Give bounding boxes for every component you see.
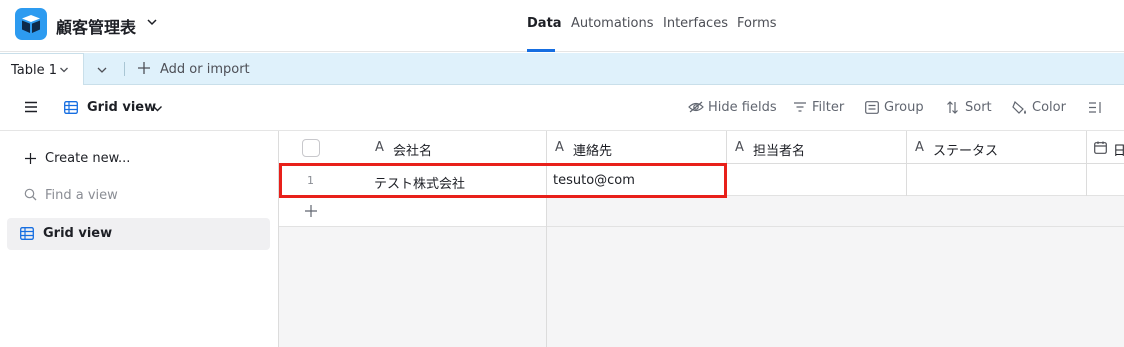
table-tab-label: Table 1 bbox=[11, 63, 58, 78]
column-header-company[interactable]: 会社名 bbox=[393, 140, 432, 159]
date-field-icon bbox=[1094, 141, 1107, 154]
tab-data[interactable]: Data bbox=[527, 16, 562, 31]
column-header-date[interactable]: 日 bbox=[1113, 140, 1124, 159]
top-header bbox=[0, 0, 1124, 52]
column-divider bbox=[1086, 131, 1087, 196]
grid-icon bbox=[20, 227, 34, 240]
add-row-button[interactable] bbox=[279, 196, 547, 227]
plus-icon[interactable] bbox=[304, 204, 318, 218]
chevron-down-icon[interactable] bbox=[152, 103, 163, 114]
text-field-icon: A bbox=[735, 140, 744, 155]
group-button[interactable]: Group bbox=[884, 100, 924, 115]
filter-icon[interactable] bbox=[793, 101, 807, 113]
base-name[interactable]: 顧客管理表 bbox=[56, 14, 136, 38]
table-tab[interactable]: Table 1 bbox=[0, 53, 84, 86]
hide-fields-button[interactable]: Hide fields bbox=[708, 100, 777, 115]
find-view-input[interactable]: Find a view bbox=[45, 188, 118, 203]
row-height-icon[interactable] bbox=[1088, 101, 1102, 114]
plus-icon[interactable] bbox=[137, 61, 151, 75]
active-tab-indicator bbox=[527, 49, 555, 52]
create-new-view-button[interactable]: Create new... bbox=[45, 151, 130, 166]
text-field-icon: A bbox=[555, 140, 564, 155]
filter-button[interactable]: Filter bbox=[812, 100, 844, 115]
plus-icon[interactable] bbox=[24, 152, 37, 165]
sort-icon[interactable] bbox=[946, 101, 959, 114]
column-header-contact[interactable]: 連絡先 bbox=[573, 140, 612, 159]
text-field-icon: A bbox=[915, 140, 924, 155]
airtable-logo-icon bbox=[22, 15, 40, 33]
chevron-down-icon[interactable] bbox=[59, 65, 69, 75]
add-row-area bbox=[547, 196, 1124, 227]
divider bbox=[124, 62, 125, 76]
sort-button[interactable]: Sort bbox=[965, 100, 992, 115]
paint-bucket-icon[interactable] bbox=[1012, 101, 1028, 115]
column-divider bbox=[906, 131, 907, 196]
all-tables-chevron-icon[interactable] bbox=[96, 64, 108, 76]
column-header-person[interactable]: 担当者名 bbox=[753, 140, 805, 159]
text-field-icon: A bbox=[375, 140, 384, 155]
highlight-box bbox=[279, 163, 727, 198]
search-icon bbox=[24, 188, 37, 201]
tab-interfaces[interactable]: Interfaces bbox=[663, 16, 728, 31]
grid-icon bbox=[64, 101, 78, 114]
app-logo[interactable] bbox=[15, 8, 47, 40]
view-switcher[interactable]: Grid view bbox=[87, 100, 156, 115]
sidebar-item-label: Grid view bbox=[43, 226, 113, 241]
hamburger-menu-icon[interactable] bbox=[24, 101, 38, 113]
group-icon[interactable] bbox=[865, 101, 879, 114]
select-all-checkbox[interactable] bbox=[302, 139, 320, 157]
chevron-down-icon[interactable] bbox=[146, 16, 158, 28]
tab-forms[interactable]: Forms bbox=[737, 16, 777, 31]
color-button[interactable]: Color bbox=[1032, 100, 1066, 115]
tab-automations[interactable]: Automations bbox=[571, 16, 654, 31]
eye-slash-icon[interactable] bbox=[688, 101, 704, 113]
add-or-import-button[interactable]: Add or import bbox=[160, 62, 250, 77]
column-header-status[interactable]: ステータス bbox=[933, 140, 998, 159]
